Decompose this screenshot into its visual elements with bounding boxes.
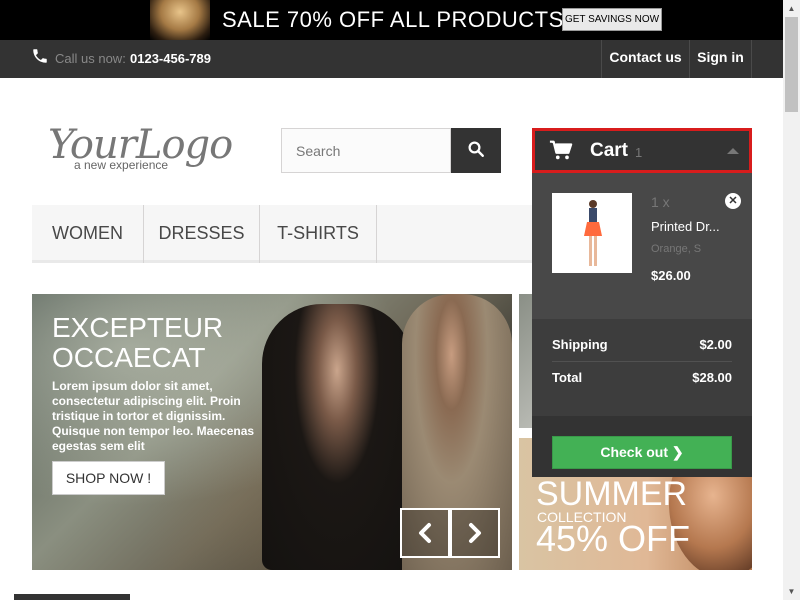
caret-up-icon[interactable]	[727, 148, 739, 154]
search-input[interactable]	[281, 128, 451, 173]
cart-label: Cart	[590, 140, 629, 161]
cart-totals	[532, 319, 752, 416]
scroll-down-arrow-icon[interactable]: ▼	[783, 583, 800, 600]
slide-title: EXCEPTEUR OCCAECAT	[52, 312, 224, 373]
cart-product-name[interactable]: Printed Dr...	[651, 219, 720, 234]
phone-icon	[33, 49, 47, 63]
total-value: $28.00	[692, 370, 732, 385]
cart-product-qty: 1 x	[651, 194, 670, 210]
cart-count: 1	[635, 145, 643, 160]
contact-us-link[interactable]: Contact us	[601, 40, 689, 78]
shipping-value: $2.00	[699, 337, 732, 352]
slider-model-woman	[262, 304, 412, 570]
checkout-button[interactable]: Check out ❯	[552, 436, 732, 469]
chevron-right-icon	[469, 523, 481, 543]
cart-product-price: $26.00	[651, 268, 691, 283]
total-label: Total	[552, 370, 583, 385]
logo-tagline: a new experience	[74, 158, 169, 172]
chevron-left-icon	[419, 523, 431, 543]
page: SALE 70% OFF ALL PRODUCTS GET SAVINGS NO…	[0, 0, 800, 600]
shop-now-button[interactable]: SHOP NOW !	[52, 461, 165, 495]
close-icon: ✕	[728, 195, 738, 207]
call-us-label: Call us now:	[55, 51, 126, 66]
search-icon	[468, 141, 484, 157]
scrollbar-thumb[interactable]	[785, 17, 798, 112]
slider-prev-button[interactable]	[400, 508, 450, 558]
totals-divider	[552, 361, 732, 362]
search-button[interactable]	[451, 128, 501, 173]
menu-item-women[interactable]: WOMEN	[32, 205, 144, 263]
sign-in-link[interactable]: Sign in	[689, 40, 752, 78]
banner-model-image	[150, 0, 210, 40]
phone-number: 0123-456-789	[130, 51, 211, 66]
menu-item-dresses[interactable]: DRESSES	[144, 205, 260, 263]
site-logo[interactable]: YourLogo a new experience	[48, 122, 233, 177]
get-savings-button[interactable]: GET SAVINGS NOW	[562, 8, 662, 31]
menu-item-t-shirts[interactable]: T-SHIRTS	[260, 205, 377, 263]
shopping-cart-icon	[549, 140, 573, 160]
slider-next-button[interactable]	[450, 508, 500, 558]
scroll-up-arrow-icon[interactable]: ▲	[783, 0, 800, 17]
page-scrollbar[interactable]: ▲ ▼	[783, 0, 800, 600]
slide-description: Lorem ipsum dolor sit amet, consectetur …	[52, 379, 255, 453]
dress-model-icon	[584, 200, 602, 266]
chevron-right-icon: ❯	[671, 444, 684, 460]
bottom-section-tab[interactable]	[14, 594, 130, 600]
remove-item-button[interactable]: ✕	[725, 193, 741, 209]
checkout-label: Check out	[600, 444, 669, 460]
discount-label: 45% OFF	[536, 518, 691, 559]
cart-product-attributes: Orange, S	[651, 243, 702, 255]
promo-banner-text: SALE 70% OFF ALL PRODUCTS	[222, 7, 564, 32]
shipping-label: Shipping	[552, 337, 608, 352]
